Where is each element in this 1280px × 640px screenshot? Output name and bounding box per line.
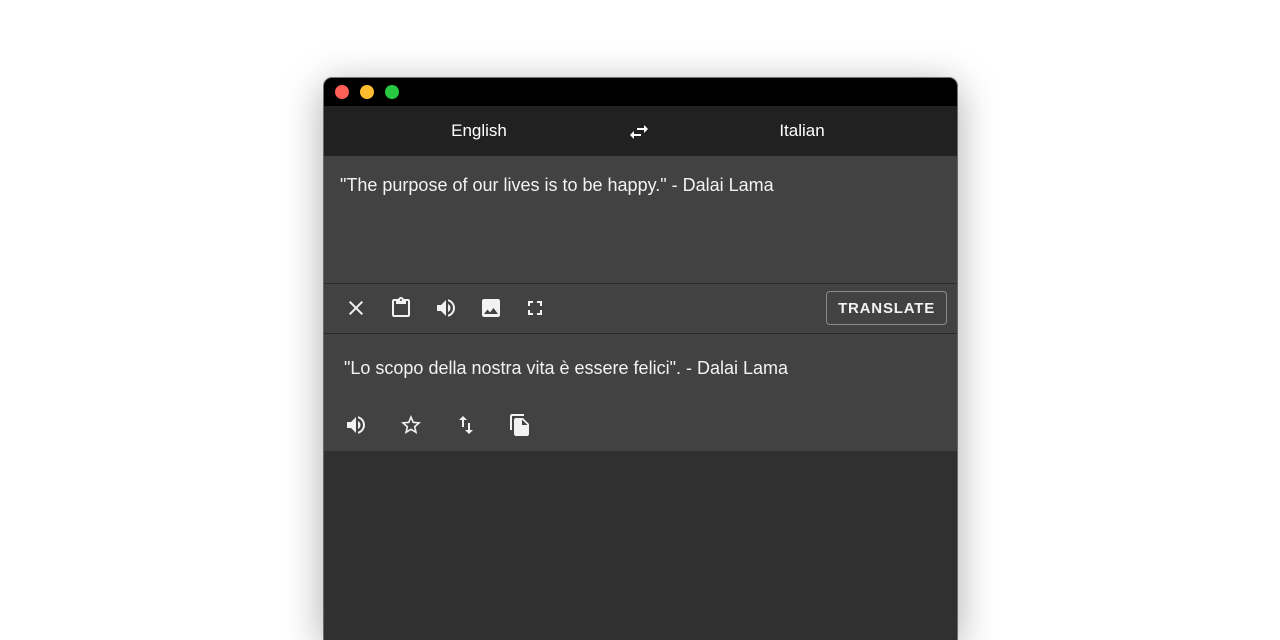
- fullscreen-icon[interactable]: [523, 296, 547, 320]
- input-panel: "The purpose of our lives is to be happy…: [324, 156, 957, 284]
- language-bar: English Italian: [324, 106, 957, 156]
- target-language-selector[interactable]: Italian: [647, 106, 957, 156]
- speaker-icon[interactable]: [434, 296, 458, 320]
- source-language-selector[interactable]: English: [324, 106, 634, 156]
- translate-button[interactable]: TRANSLATE: [826, 291, 947, 325]
- clipboard-icon[interactable]: [389, 296, 413, 320]
- close-icon[interactable]: [344, 296, 368, 320]
- input-textarea[interactable]: "The purpose of our lives is to be happy…: [340, 173, 941, 197]
- translation-output: "Lo scopo della nostra vita è essere fel…: [344, 358, 788, 378]
- output-panel: "Lo scopo della nostra vita è essere fel…: [324, 334, 957, 451]
- window-minimize-button[interactable]: [360, 85, 374, 99]
- input-toolbar: TRANSLATE: [324, 284, 957, 334]
- app-window: English Italian "The purpose of our live…: [324, 78, 957, 640]
- copy-icon[interactable]: [508, 413, 532, 437]
- image-icon[interactable]: [479, 296, 503, 320]
- window-close-button[interactable]: [335, 85, 349, 99]
- speaker-icon[interactable]: [344, 413, 368, 437]
- swap-vertical-icon[interactable]: [454, 413, 478, 437]
- star-icon[interactable]: [399, 413, 423, 437]
- window-maximize-button[interactable]: [385, 85, 399, 99]
- title-bar: [324, 78, 957, 106]
